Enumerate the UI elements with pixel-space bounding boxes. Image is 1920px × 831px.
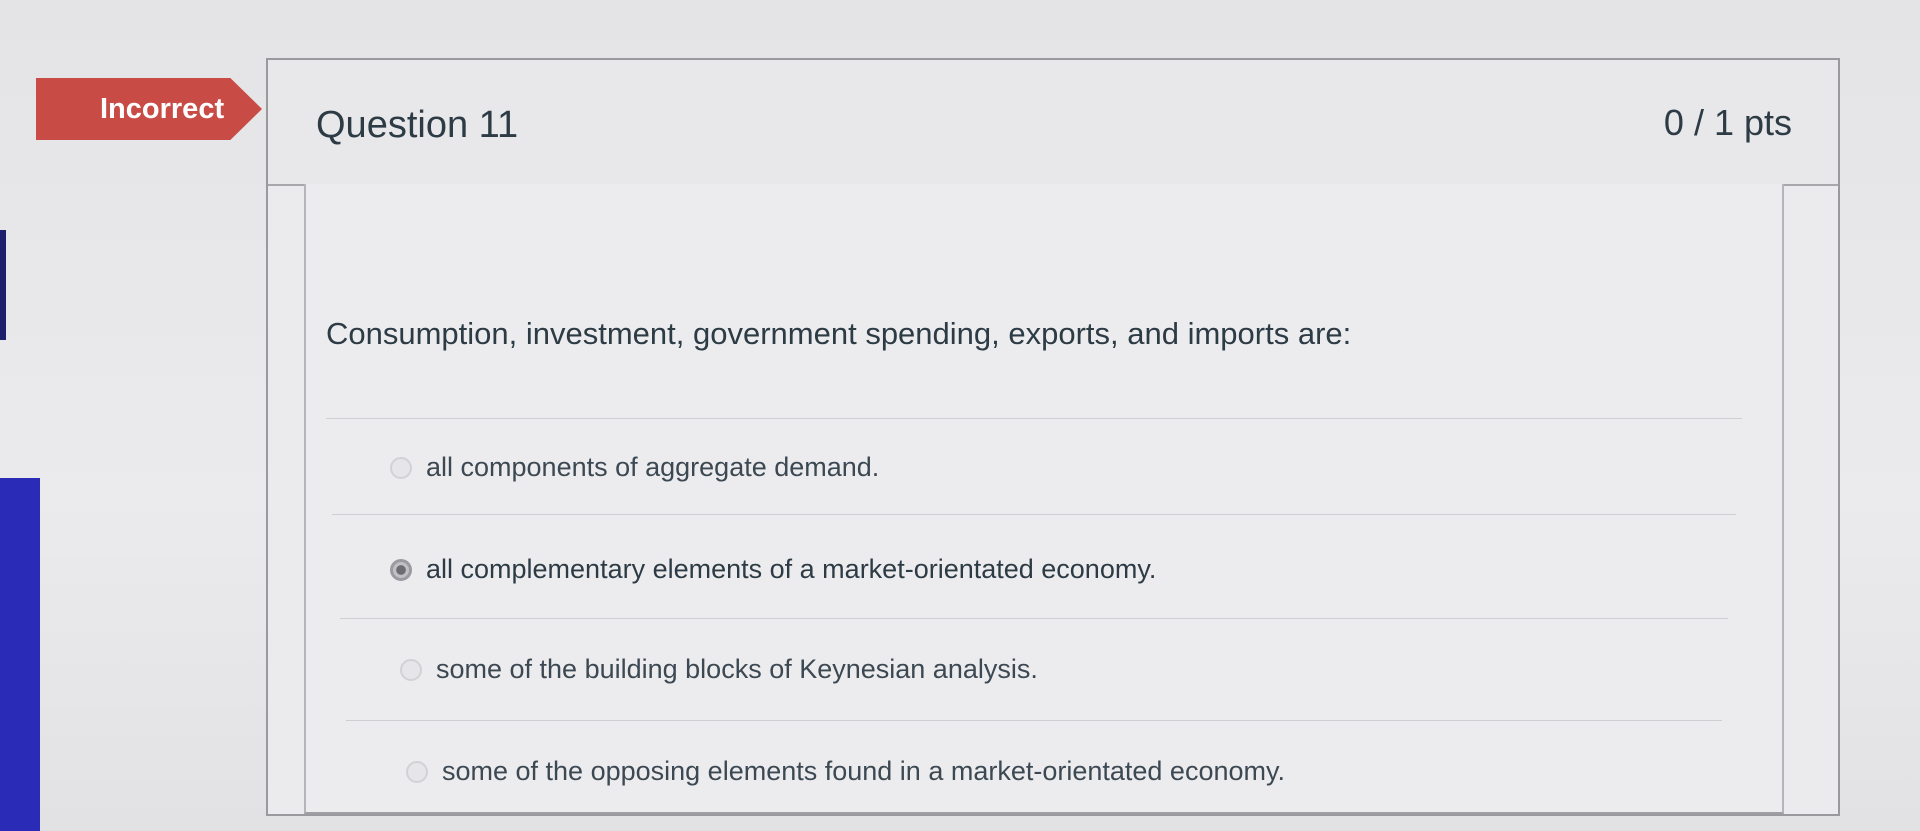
- divider: [332, 514, 1736, 515]
- window-edge-bottom: [0, 478, 40, 831]
- incorrect-badge: Incorrect: [36, 78, 262, 140]
- question-body: Consumption, investment, government spen…: [304, 184, 1784, 814]
- answer-label: some of the opposing elements found in a…: [442, 756, 1285, 786]
- question-title: Question 11: [316, 104, 519, 146]
- radio-button-icon[interactable]: [406, 760, 428, 783]
- question-text: Consumption, investment, government spen…: [326, 316, 1352, 351]
- answer-option-2[interactable]: all complementary elements of a market-o…: [390, 554, 1156, 585]
- radio-button-icon[interactable]: [390, 456, 412, 479]
- window-edge-top: [0, 230, 6, 340]
- answer-label: some of the building blocks of Keynesian…: [436, 654, 1038, 684]
- answer-label: all complementary elements of a market-o…: [426, 554, 1157, 584]
- answer-option-1[interactable]: all components of aggregate demand.: [390, 452, 879, 483]
- divider: [326, 418, 1742, 419]
- answer-option-3[interactable]: some of the building blocks of Keynesian…: [400, 654, 1038, 685]
- radio-button-icon[interactable]: [400, 658, 422, 681]
- question-points: 0 / 1 pts: [1663, 102, 1792, 143]
- quiz-results-page: Incorrect Question 11 0 / 1 pts Consumpt…: [0, 0, 1920, 831]
- answer-option-4[interactable]: some of the opposing elements found in a…: [406, 756, 1285, 787]
- divider: [346, 720, 1722, 721]
- incorrect-badge-label: Incorrect: [100, 92, 225, 125]
- answer-label: all components of aggregate demand.: [426, 452, 880, 482]
- question-card: Question 11 0 / 1 pts Consumption, inves…: [266, 58, 1840, 816]
- radio-button-selected-icon[interactable]: [390, 558, 412, 581]
- question-header: Question 11 0 / 1 pts: [268, 60, 1838, 186]
- divider: [340, 618, 1728, 619]
